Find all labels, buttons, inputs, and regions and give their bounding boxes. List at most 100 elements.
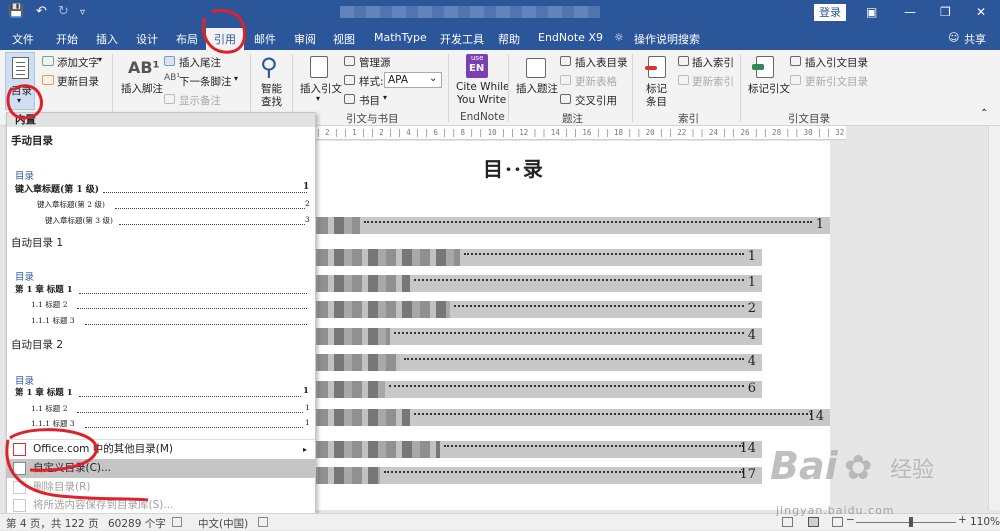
add-text-icon xyxy=(42,56,54,66)
save-icon[interactable]: 💾 xyxy=(8,4,24,19)
office-more-tocs-item[interactable]: Office.com 中的其他目录(M) ▸ xyxy=(7,440,315,459)
share-button[interactable]: 共享 xyxy=(964,31,986,47)
insert-citation-icon xyxy=(310,56,328,78)
undo-icon[interactable]: ↶ xyxy=(36,4,47,19)
restore-icon[interactable]: ❐ xyxy=(940,5,951,19)
group-divider xyxy=(632,54,633,122)
manage-sources-icon xyxy=(344,56,355,66)
table-of-contents-button[interactable]: 目录 ▾ xyxy=(5,52,35,110)
customize-toolbar-icon[interactable]: ▿ xyxy=(80,7,85,18)
next-footnote-button[interactable]: 下一条脚注 xyxy=(179,74,232,89)
redacted-heading xyxy=(300,441,440,458)
toc-entry[interactable]: 17 xyxy=(300,467,762,484)
tab-file[interactable]: 文件 xyxy=(12,31,34,47)
tab-references[interactable]: 引用 xyxy=(206,28,244,50)
toc-entry[interactable]: 14 xyxy=(300,409,830,426)
leader-dots xyxy=(119,224,305,225)
insert-index-button[interactable]: 插入索引 xyxy=(692,55,734,70)
tab-mailings[interactable]: 邮件 xyxy=(254,31,276,47)
update-table-of-authorities-button[interactable]: 更新引文目录 xyxy=(805,74,868,89)
style-icon xyxy=(344,75,355,85)
custom-toc-label: 自定义目录(C)... xyxy=(33,462,112,474)
insert-citation-button[interactable]: 插入引文 xyxy=(300,81,342,96)
save-selection-item[interactable]: 将所选内容保存到目录库(S)... xyxy=(7,496,315,513)
tab-home[interactable]: 开始 xyxy=(56,31,78,47)
mark-entry-label-2[interactable]: 条目 xyxy=(646,94,667,109)
insert-caption-button[interactable]: 插入题注 xyxy=(516,81,558,96)
cite-while-you-write-label-1[interactable]: Cite While xyxy=(456,81,510,93)
document-title-redacted xyxy=(340,6,600,18)
update-table-button[interactable]: 更新表格 xyxy=(575,74,617,89)
paw-icon: ✿ xyxy=(844,448,873,488)
word-count[interactable]: 60289 个字 xyxy=(108,516,166,531)
login-button[interactable]: 登录 xyxy=(814,4,846,21)
mark-citation-button[interactable]: 标记引文 xyxy=(748,81,790,96)
minimize-icon[interactable]: — xyxy=(904,5,916,19)
leader-dots xyxy=(103,192,307,193)
auto-toc-2-item[interactable]: 自动目录 2 目录 第 1 章 标题 1 1 1.1 标题 2 1 1.1.1 … xyxy=(7,335,315,435)
toc-entry[interactable]: 4 xyxy=(300,354,762,371)
tab-developer[interactable]: 开发工具 xyxy=(440,31,484,47)
collapse-ribbon-icon[interactable]: ⌃ xyxy=(980,108,988,119)
insert-endnote-button[interactable]: 插入尾注 xyxy=(179,55,221,70)
toc-entry[interactable]: 1 xyxy=(300,275,762,292)
page-count[interactable]: 第 4 页，共 122 页 xyxy=(6,516,99,531)
tab-view[interactable]: 视图 xyxy=(333,31,355,47)
table-of-figures-icon xyxy=(560,56,571,66)
manual-toc-item[interactable]: 手动目录 目录 键入章标题(第 1 级) 1 键入章标题(第 2 级) 2 键入… xyxy=(7,129,315,233)
watermark-brand: Bai xyxy=(770,444,838,488)
update-index-button[interactable]: 更新索引 xyxy=(692,74,734,89)
chevron-down-icon: ▾ xyxy=(234,74,239,83)
show-notes-button[interactable]: 显示备注 xyxy=(179,93,221,108)
bibliography-button[interactable]: 书目 xyxy=(359,93,380,108)
endnote-badge-text-2: EN xyxy=(469,63,485,74)
add-text-button[interactable]: 添加文字 xyxy=(57,55,99,70)
citation-style-select[interactable]: APA ⌄ xyxy=(384,72,442,88)
manage-sources-button[interactable]: 管理源 xyxy=(359,55,391,70)
cross-reference-button[interactable]: 交叉引用 xyxy=(575,93,617,108)
auto-toc-1-level-1: 第 1 章 标题 1 xyxy=(15,285,73,295)
share-icon[interactable]: ☺ xyxy=(948,31,959,44)
toc-entry[interactable]: 1 xyxy=(300,217,830,234)
leader-dots xyxy=(414,413,812,415)
page-number: 1 xyxy=(303,386,309,396)
tab-help[interactable]: 帮助 xyxy=(498,31,520,47)
toc-entry[interactable]: 6 xyxy=(300,381,762,398)
tab-mathtype[interactable]: MathType xyxy=(374,31,427,44)
proofing-icon[interactable] xyxy=(172,517,182,527)
group-divider xyxy=(508,54,509,122)
ribbon-display-icon[interactable]: ▣ xyxy=(866,5,877,19)
tab-layout[interactable]: 布局 xyxy=(176,31,198,47)
tab-review[interactable]: 审阅 xyxy=(294,31,316,47)
toc-entry[interactable]: 2 xyxy=(300,301,762,318)
endnote-badge-text-1: use xyxy=(471,54,484,62)
toc-entry[interactable]: 1 xyxy=(300,249,762,266)
toc-entry[interactable]: 4 xyxy=(300,328,762,345)
smart-lookup-label-2[interactable]: 查找 xyxy=(261,94,282,109)
insert-footnote-button[interactable]: 插入脚注 xyxy=(121,81,163,96)
redo-icon[interactable]: ↻ xyxy=(58,4,69,19)
horizontal-ruler[interactable]: | 2 | | 1 | | 2 | | 4 | | 6 | | 8 | | 10… xyxy=(316,126,846,140)
auto-toc-1-item[interactable]: 自动目录 1 目录 第 1 章 标题 1 1.1 标题 2 1.1.1 标题 3 xyxy=(7,233,315,333)
leader-dots xyxy=(444,445,744,447)
language[interactable]: 中文(中国) xyxy=(198,516,248,531)
toc-entry[interactable]: 14 xyxy=(300,441,762,458)
update-toc-button[interactable]: 更新目录 xyxy=(57,74,99,89)
cite-while-you-write-label-2[interactable]: You Write xyxy=(457,94,506,106)
leader-dots xyxy=(414,279,744,281)
custom-toc-item[interactable]: 自定义目录(C)... xyxy=(7,459,315,478)
tell-me-search[interactable]: 操作说明搜索 xyxy=(634,31,700,47)
submenu-arrow-icon: ▸ xyxy=(303,445,308,454)
tab-insert[interactable]: 插入 xyxy=(96,31,118,47)
chevron-down-icon: ▾ xyxy=(98,55,103,64)
close-icon[interactable]: ✕ xyxy=(976,5,986,19)
insert-toa-icon xyxy=(790,56,801,66)
insert-table-of-authorities-button[interactable]: 插入引文目录 xyxy=(805,55,868,70)
insert-table-of-figures-button[interactable]: 插入表目录 xyxy=(575,55,628,70)
leader-dots xyxy=(77,308,307,309)
leader-dots xyxy=(384,471,744,473)
macro-icon[interactable] xyxy=(258,517,268,527)
tab-design[interactable]: 设计 xyxy=(136,31,158,47)
tab-endnote[interactable]: EndNote X9 xyxy=(538,31,603,44)
remove-toc-item[interactable]: 删除目录(R) xyxy=(7,478,315,497)
